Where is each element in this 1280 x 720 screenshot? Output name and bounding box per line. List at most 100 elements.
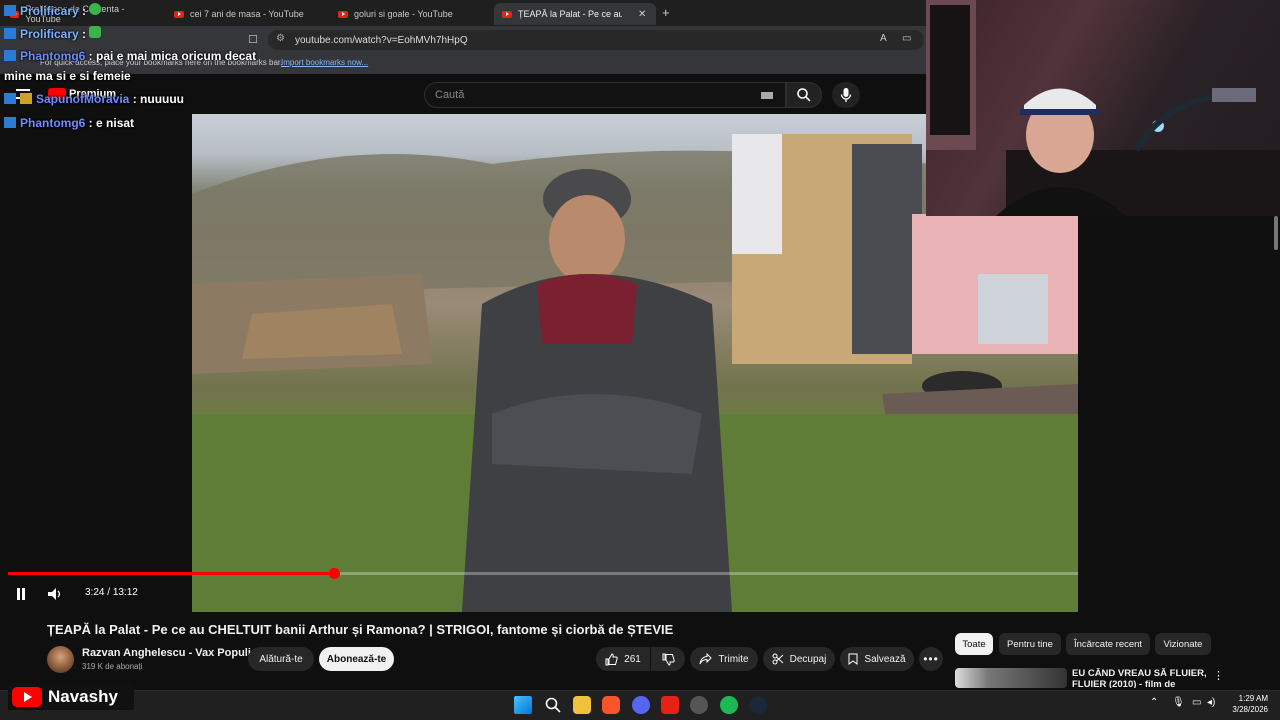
new-tab-button[interactable]: +	[662, 5, 670, 20]
save-button[interactable]: Salvează	[840, 647, 914, 671]
pause-button[interactable]	[11, 585, 31, 603]
clip-label: Decupaj	[789, 653, 827, 665]
scrollbar-thumb[interactable]	[1274, 216, 1278, 250]
channel-name[interactable]: Razvan Anghelescu - Vax Populi	[82, 647, 251, 659]
more-horizontal-icon: •••	[923, 652, 939, 666]
chat-text: pai e mai mica oricum decat	[96, 49, 257, 63]
chip-incarcate-recent[interactable]: Încărcate recent	[1066, 633, 1150, 655]
recommendation-thumbnail[interactable]	[955, 668, 1067, 688]
chat-message: Prolificary :	[4, 26, 102, 41]
obs-icon[interactable]	[690, 696, 708, 714]
webcam-overlay	[926, 0, 1280, 216]
clip-button[interactable]: Decupaj	[763, 647, 835, 671]
youtube-favicon-icon	[338, 10, 348, 18]
chip-label: Vizionate	[1163, 638, 1203, 650]
windows-start-icon[interactable]	[514, 696, 532, 714]
more-actions-button[interactable]: •••	[919, 647, 943, 671]
chat-message: SapunofMoravia : nuuuuu	[4, 92, 184, 106]
chip-label: Toate	[962, 638, 986, 650]
chat-username: Prolificary	[20, 27, 79, 41]
steam-icon[interactable]	[749, 696, 767, 714]
progress-fill	[8, 572, 335, 575]
chevron-up-icon[interactable]: ⌃	[1150, 697, 1158, 708]
translate-icon[interactable]: A	[880, 33, 887, 44]
search-button[interactable]	[786, 82, 822, 108]
chat-username: Phantomg6	[20, 49, 86, 63]
recommendation-title[interactable]: EU CÂND VREAU SĂ FLUIER, FLUIER (2010) -…	[1072, 668, 1207, 688]
chip-pentru-tine[interactable]: Pentru tine	[999, 633, 1061, 655]
search-placeholder: Caută	[435, 89, 465, 101]
tab-label: goluri si goale - YouTube	[354, 9, 453, 19]
browser-tab-bar: Prolificary: de Contenta - YouTube cei 7…	[0, 0, 926, 26]
subscribe-button[interactable]: Abonează-te	[319, 647, 394, 671]
address-bar[interactable]: youtube.com/watch?v=EohMVh7hHpQ	[268, 30, 924, 50]
tab-label: ȚEAPĂ la Palat - Pe ce au CHE	[518, 9, 622, 19]
current-time: 3:24	[85, 587, 105, 598]
webcam-image	[926, 0, 1280, 216]
chat-badge-icon	[4, 50, 16, 61]
share-button[interactable]: Trimite	[690, 647, 758, 671]
microphone-icon	[840, 88, 852, 102]
spotify-icon[interactable]	[720, 696, 738, 714]
channel-avatar[interactable]	[47, 646, 74, 673]
share-label: Trimite	[718, 653, 749, 665]
import-bookmarks-link[interactable]: Import bookmarks now...	[281, 58, 368, 67]
join-label: Alătură-te	[259, 653, 303, 665]
chat-badge-icon	[4, 117, 16, 128]
bookmark-icon	[848, 653, 858, 665]
chat-message: Prolificary :	[4, 3, 102, 18]
emote-icon	[89, 3, 102, 15]
bookmark-star-icon[interactable]: ☐	[248, 33, 258, 46]
time-display: 3:24 / 13:12	[85, 587, 138, 598]
discord-icon[interactable]	[632, 696, 650, 714]
more-vertical-icon[interactable]: ⋮	[1213, 669, 1224, 682]
youtube-logo-icon	[12, 686, 42, 707]
chat-text: nuuuuu	[140, 92, 185, 106]
chat-badge-icon	[4, 28, 16, 39]
chip-label: Încărcate recent	[1073, 638, 1143, 650]
share-icon	[699, 653, 713, 665]
chat-message: Phantomg6 : e nisat	[4, 116, 134, 130]
close-tab-icon[interactable]: ✕	[638, 9, 646, 20]
search-input[interactable]: Caută	[424, 82, 786, 108]
cast-icon[interactable]: ▭	[902, 33, 911, 44]
voice-search-button[interactable]	[832, 82, 860, 108]
taskbar-clock[interactable]: 1:29 AM 3/28/2026	[1218, 693, 1268, 715]
video-title: ȚEAPĂ la Palat - Pe ce au CHELTUIT banii…	[47, 622, 674, 637]
chat-text: e nisat	[96, 116, 135, 130]
join-button[interactable]: Alătură-te	[248, 647, 314, 671]
speaker-icon[interactable]: ◂)	[1207, 697, 1215, 708]
search-icon	[797, 88, 811, 102]
like-count: 261	[624, 653, 641, 665]
chip-toate[interactable]: Toate	[955, 633, 993, 655]
browser-tab-active[interactable]: ȚEAPĂ la Palat - Pe ce au CHE ✕	[494, 3, 656, 25]
site-info-icon[interactable]: ⚙	[276, 33, 285, 44]
thumbs-up-icon	[605, 652, 618, 665]
chat-username: Phantomg6	[20, 116, 86, 130]
keyboard-icon[interactable]	[761, 92, 773, 99]
youtube-app-icon[interactable]	[661, 696, 679, 714]
brave-browser-icon[interactable]	[602, 696, 620, 714]
scissors-icon	[772, 653, 783, 665]
like-button[interactable]: 261	[596, 647, 650, 671]
volume-button[interactable]	[45, 585, 65, 603]
youtube-favicon-icon	[174, 10, 184, 18]
microphone-tray-icon[interactable]: 🎙	[1172, 697, 1185, 708]
browser-tab[interactable]: goluri si goale - YouTube	[330, 3, 490, 25]
chat-badge-icon	[20, 93, 32, 104]
chat-message: Phantomg6 : pai e mai mica oricum decat	[4, 49, 256, 63]
chip-vizionate[interactable]: Vizionate	[1155, 633, 1211, 655]
streamer-banner: Navashy	[8, 683, 134, 710]
search-icon[interactable]	[544, 696, 562, 714]
network-icon[interactable]: ▭	[1192, 697, 1201, 708]
emote-icon	[89, 26, 102, 38]
url-text: youtube.com/watch?v=EohMVh7hHpQ	[295, 34, 468, 46]
chat-username: Prolificary	[20, 4, 79, 18]
subscribe-label: Abonează-te	[326, 653, 387, 665]
browser-tab[interactable]: cei 7 ani de masa - YouTube	[166, 3, 326, 25]
clock-time: 1:29 AM	[1238, 694, 1268, 703]
dislike-button[interactable]	[651, 647, 685, 671]
chat-text: mine ma si e si femeie	[4, 69, 131, 83]
chat-username: SapunofMoravia	[36, 92, 130, 106]
file-explorer-icon[interactable]	[573, 696, 591, 714]
